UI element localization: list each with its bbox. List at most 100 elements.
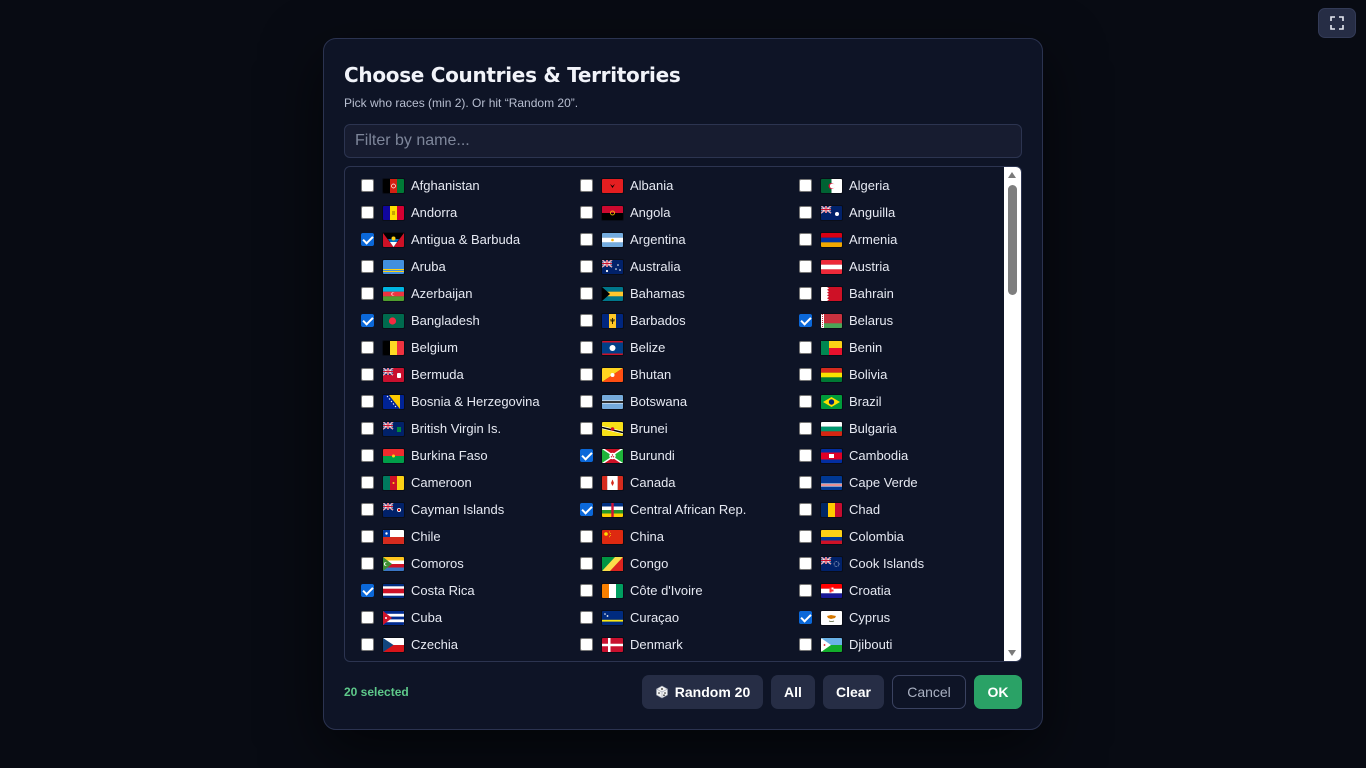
country-checkbox[interactable] <box>361 584 374 597</box>
country-item[interactable]: Austria <box>783 253 1005 280</box>
country-item[interactable]: Cook Islands <box>783 550 1005 577</box>
cancel-button[interactable]: Cancel <box>892 675 966 709</box>
country-item[interactable]: Cuba <box>345 604 564 631</box>
country-item[interactable]: Andorra <box>345 199 564 226</box>
country-checkbox[interactable] <box>580 476 593 489</box>
country-checkbox[interactable] <box>799 530 812 543</box>
country-item[interactable]: Cape Verde <box>783 469 1005 496</box>
country-checkbox[interactable] <box>580 341 593 354</box>
country-item[interactable]: Bangladesh <box>345 307 564 334</box>
country-item[interactable]: Cyprus <box>783 604 1005 631</box>
country-checkbox[interactable] <box>799 638 812 651</box>
country-checkbox[interactable] <box>580 449 593 462</box>
country-checkbox[interactable] <box>799 314 812 327</box>
country-item[interactable]: Bermuda <box>345 361 564 388</box>
country-item[interactable]: Belgium <box>345 334 564 361</box>
country-item[interactable]: Armenia <box>783 226 1005 253</box>
country-checkbox[interactable] <box>361 287 374 300</box>
fullscreen-button[interactable] <box>1318 8 1356 38</box>
country-item[interactable]: Côte d'Ivoire <box>564 577 783 604</box>
list-scrollbar[interactable] <box>1004 167 1021 661</box>
country-item[interactable]: Antigua & Barbuda <box>345 226 564 253</box>
country-checkbox[interactable] <box>799 179 812 192</box>
country-checkbox[interactable] <box>361 368 374 381</box>
country-checkbox[interactable] <box>361 557 374 570</box>
scroll-up-arrow[interactable] <box>1008 172 1016 178</box>
country-item[interactable]: Bulgaria <box>783 415 1005 442</box>
country-checkbox[interactable] <box>799 449 812 462</box>
country-item[interactable]: Comoros <box>345 550 564 577</box>
country-checkbox[interactable] <box>580 611 593 624</box>
country-item[interactable]: Djibouti <box>783 631 1005 658</box>
country-checkbox[interactable] <box>361 638 374 651</box>
country-item[interactable]: Azerbaijan <box>345 280 564 307</box>
random-button[interactable]: Random 20 <box>642 675 763 709</box>
country-item[interactable]: Chad <box>783 496 1005 523</box>
country-item[interactable]: Cayman Islands <box>345 496 564 523</box>
clear-button[interactable]: Clear <box>823 675 884 709</box>
country-item[interactable]: Denmark <box>564 631 783 658</box>
country-item[interactable]: Colombia <box>783 523 1005 550</box>
country-checkbox[interactable] <box>799 557 812 570</box>
country-item[interactable]: Chile <box>345 523 564 550</box>
country-checkbox[interactable] <box>361 530 374 543</box>
country-checkbox[interactable] <box>361 314 374 327</box>
country-checkbox[interactable] <box>580 638 593 651</box>
country-checkbox[interactable] <box>799 341 812 354</box>
country-item[interactable]: Central African Rep. <box>564 496 783 523</box>
country-item[interactable]: Bahamas <box>564 280 783 307</box>
country-checkbox[interactable] <box>799 233 812 246</box>
country-checkbox[interactable] <box>580 395 593 408</box>
country-checkbox[interactable] <box>361 395 374 408</box>
scrollbar-thumb[interactable] <box>1008 185 1017 295</box>
country-item[interactable]: Bosnia & Herzegovina <box>345 388 564 415</box>
country-checkbox[interactable] <box>799 503 812 516</box>
country-item[interactable]: Albania <box>564 172 783 199</box>
country-item[interactable]: Curaçao <box>564 604 783 631</box>
country-checkbox[interactable] <box>361 206 374 219</box>
country-item[interactable]: Burkina Faso <box>345 442 564 469</box>
country-checkbox[interactable] <box>580 206 593 219</box>
country-item[interactable]: Burundi <box>564 442 783 469</box>
country-item[interactable]: Congo <box>564 550 783 577</box>
country-list[interactable]: Afghanistan Albania Algeria Andorra Angola An… <box>345 167 1005 661</box>
country-item[interactable]: Afghanistan <box>345 172 564 199</box>
country-item[interactable]: Argentina <box>564 226 783 253</box>
country-checkbox[interactable] <box>580 530 593 543</box>
country-checkbox[interactable] <box>799 368 812 381</box>
country-item[interactable]: Cambodia <box>783 442 1005 469</box>
country-checkbox[interactable] <box>799 476 812 489</box>
country-checkbox[interactable] <box>361 179 374 192</box>
country-item[interactable]: Anguilla <box>783 199 1005 226</box>
country-item[interactable]: Bahrain <box>783 280 1005 307</box>
country-item[interactable]: Aruba <box>345 253 564 280</box>
ok-button[interactable]: OK <box>974 675 1022 709</box>
country-item[interactable]: Cameroon <box>345 469 564 496</box>
scroll-down-arrow[interactable] <box>1008 650 1016 656</box>
country-item[interactable]: China <box>564 523 783 550</box>
country-checkbox[interactable] <box>361 449 374 462</box>
country-item[interactable]: Brazil <box>783 388 1005 415</box>
country-item[interactable]: Botswana <box>564 388 783 415</box>
country-checkbox[interactable] <box>580 422 593 435</box>
country-checkbox[interactable] <box>580 287 593 300</box>
select-all-button[interactable]: All <box>771 675 815 709</box>
country-checkbox[interactable] <box>799 395 812 408</box>
country-item[interactable]: Bolivia <box>783 361 1005 388</box>
country-checkbox[interactable] <box>580 557 593 570</box>
country-item[interactable]: Brunei <box>564 415 783 442</box>
country-checkbox[interactable] <box>361 476 374 489</box>
country-item[interactable]: Benin <box>783 334 1005 361</box>
country-checkbox[interactable] <box>361 341 374 354</box>
country-checkbox[interactable] <box>580 179 593 192</box>
country-checkbox[interactable] <box>580 503 593 516</box>
country-item[interactable]: Canada <box>564 469 783 496</box>
country-checkbox[interactable] <box>799 422 812 435</box>
country-checkbox[interactable] <box>361 611 374 624</box>
filter-input[interactable] <box>344 124 1022 158</box>
country-item[interactable]: Czechia <box>345 631 564 658</box>
country-item[interactable]: Belarus <box>783 307 1005 334</box>
country-item[interactable]: Angola <box>564 199 783 226</box>
country-item[interactable]: Algeria <box>783 172 1005 199</box>
country-item[interactable]: Australia <box>564 253 783 280</box>
